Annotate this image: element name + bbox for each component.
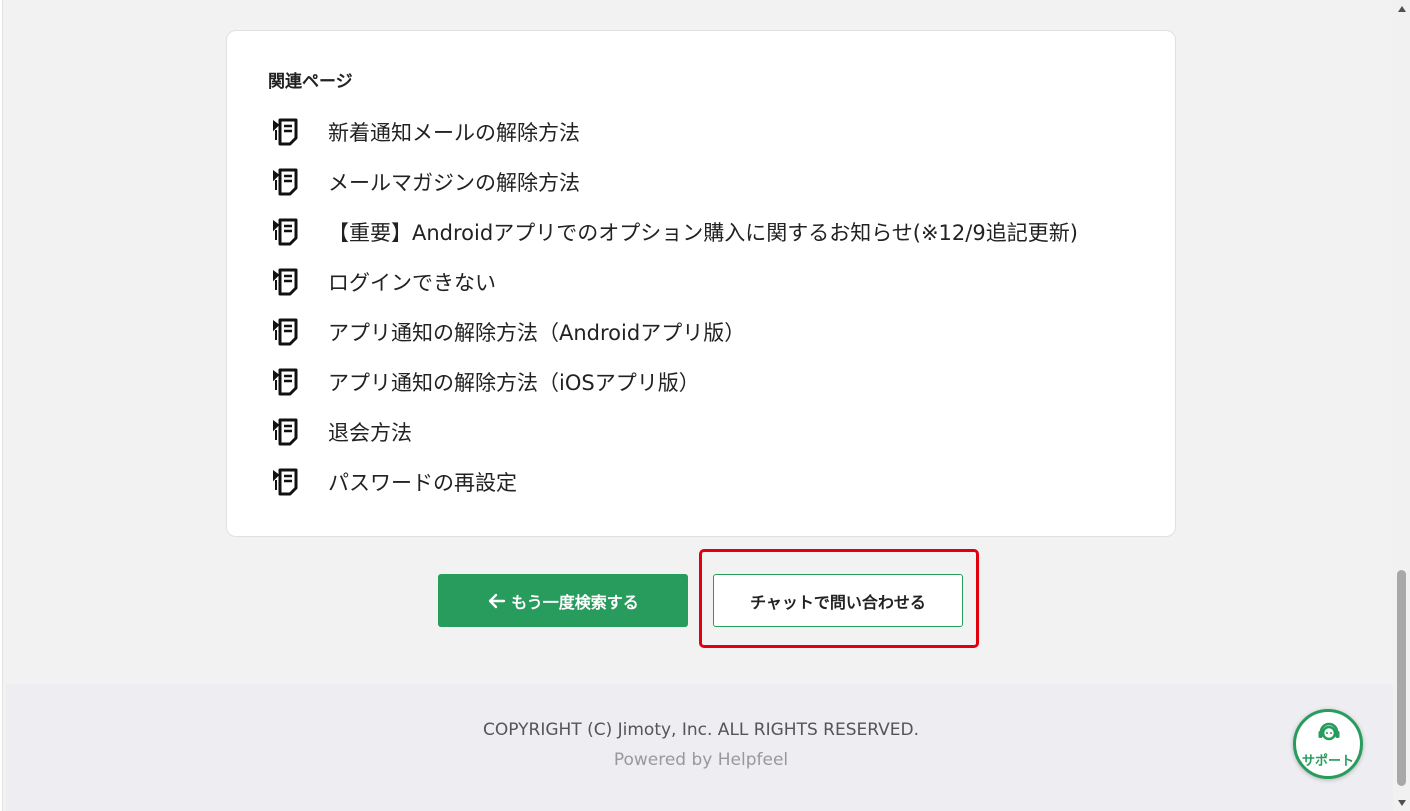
scroll-down-icon[interactable] [1393,794,1410,811]
search-again-label: もう一度検索する [511,592,639,612]
related-pages-list: 新着通知メールの解除方法 メールマガジンの解除方法 【重要】Androidアプリ… [273,107,1078,507]
document-icon [273,218,298,246]
related-pages-card: 関連ページ 新着通知メールの解除方法 メールマガジンの解除方法 【重要】Andr… [226,30,1176,537]
powered-by-text[interactable]: Powered by Helpfeel [6,750,1396,770]
document-icon [273,118,298,146]
scroll-up-icon[interactable] [1393,0,1410,17]
copyright-text: COPYRIGHT (C) Jimoty, Inc. ALL RIGHTS RE… [483,720,919,740]
related-page-link[interactable]: 【重要】Androidアプリでのオプション購入に関するお知らせ(※12/9追記更… [328,217,1078,247]
document-icon [273,418,298,446]
related-page-item[interactable]: 退会方法 [273,407,1078,457]
related-page-link[interactable]: メールマガジンの解除方法 [328,167,580,197]
related-page-item[interactable]: アプリ通知の解除方法（iOSアプリ版） [273,357,1078,407]
chat-contact-label: チャットで問い合わせる [750,592,926,612]
related-page-link[interactable]: アプリ通知の解除方法（iOSアプリ版） [328,367,700,397]
scrollbar-thumb[interactable] [1397,570,1406,786]
chat-contact-button[interactable]: チャットで問い合わせる [713,574,963,627]
search-again-button[interactable]: もう一度検索する [438,574,688,627]
support-label: サポート [1301,754,1354,769]
related-page-link[interactable]: パスワードの再設定 [328,467,517,497]
related-page-item[interactable]: パスワードの再設定 [273,457,1078,507]
document-icon [273,268,298,296]
related-page-item[interactable]: 新着通知メールの解除方法 [273,107,1078,157]
document-icon [273,368,298,396]
document-icon [273,318,298,346]
document-icon [273,168,298,196]
related-page-item[interactable]: メールマガジンの解除方法 [273,157,1078,207]
arrow-left-icon [489,593,506,608]
headset-person-icon [1318,722,1340,741]
footer: COPYRIGHT (C) Jimoty, Inc. ALL RIGHTS RE… [6,684,1396,811]
related-page-link[interactable]: ログインできない [328,267,496,297]
related-page-link[interactable]: 退会方法 [328,417,412,447]
related-page-item[interactable]: ログインできない [273,257,1078,307]
vertical-scrollbar[interactable] [1393,0,1410,811]
related-page-item[interactable]: アプリ通知の解除方法（Androidアプリ版） [273,307,1078,357]
support-button[interactable]: サポート [1293,709,1363,779]
document-icon [273,468,298,496]
related-pages-heading: 関連ページ [268,72,353,92]
related-page-link[interactable]: アプリ通知の解除方法（Androidアプリ版） [328,317,745,347]
related-page-item[interactable]: 【重要】Androidアプリでのオプション購入に関するお知らせ(※12/9追記更… [273,207,1078,257]
related-page-link[interactable]: 新着通知メールの解除方法 [328,117,580,147]
page-viewport: 関連ページ 新着通知メールの解除方法 メールマガジンの解除方法 【重要】Andr… [2,0,1396,811]
